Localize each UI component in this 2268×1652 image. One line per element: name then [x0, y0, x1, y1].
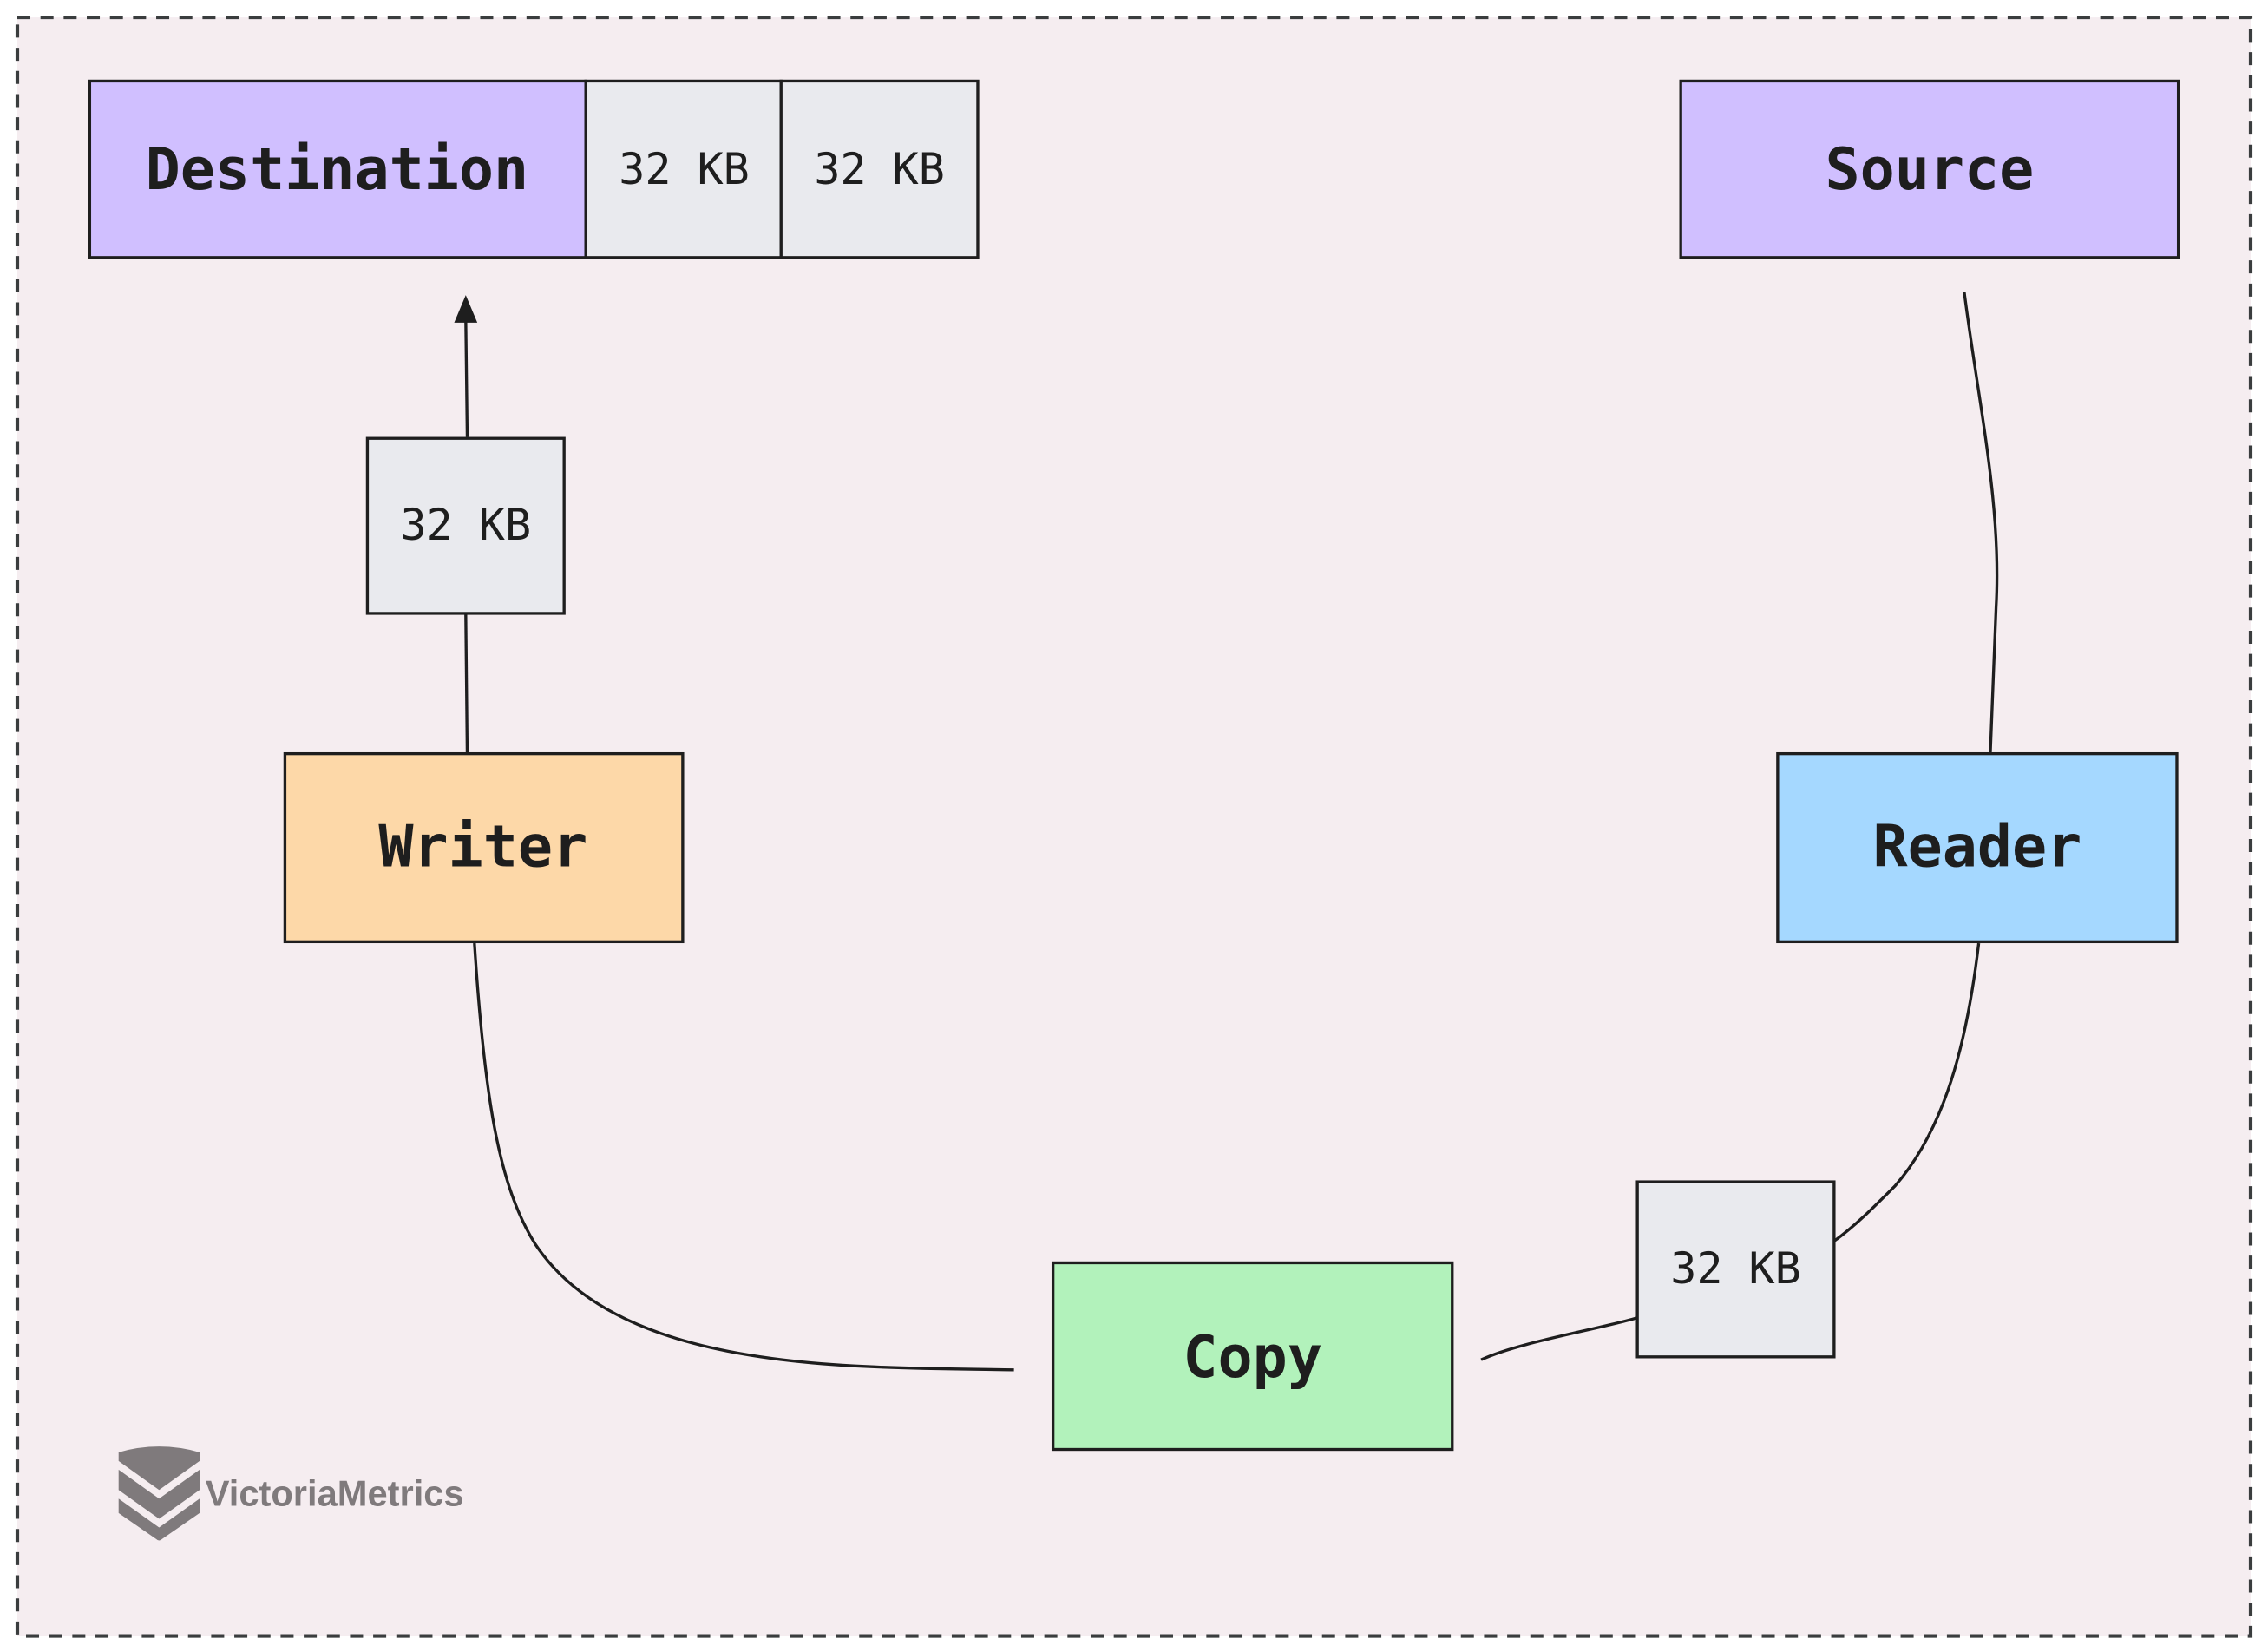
destination-label: Destination [146, 135, 529, 203]
source-label: Source [1825, 135, 2034, 203]
reader-node: Reader [1776, 751, 2179, 944]
destination-node: Destination [88, 79, 587, 259]
writer-buffer: 32 KB [365, 436, 566, 615]
destination-buffer-1-label: 32 KB [619, 144, 750, 194]
writer-node: Writer [283, 751, 685, 944]
logo-text: VictoriaMetrics [206, 1473, 464, 1514]
writer-buffer-label: 32 KB [401, 500, 532, 550]
destination-buffer-2-label: 32 KB [814, 144, 945, 194]
edge-writer-to-buffer [464, 613, 469, 754]
reader-label: Reader [1872, 812, 2081, 880]
destination-buffer-1: 32 KB [584, 79, 783, 259]
reader-buffer-label: 32 KB [1670, 1243, 1801, 1294]
writer-label: Writer [378, 812, 587, 880]
copy-node: Copy [1051, 1261, 1454, 1452]
source-node: Source [1679, 79, 2180, 259]
copy-label: Copy [1183, 1323, 1322, 1391]
diagram-canvas: Destination 32 KB 32 KB Source 32 KB Wri… [15, 16, 2253, 1638]
arrow-to-destination [464, 318, 469, 437]
destination-buffer-2: 32 KB [779, 79, 980, 259]
reader-buffer: 32 KB [1635, 1180, 1836, 1359]
